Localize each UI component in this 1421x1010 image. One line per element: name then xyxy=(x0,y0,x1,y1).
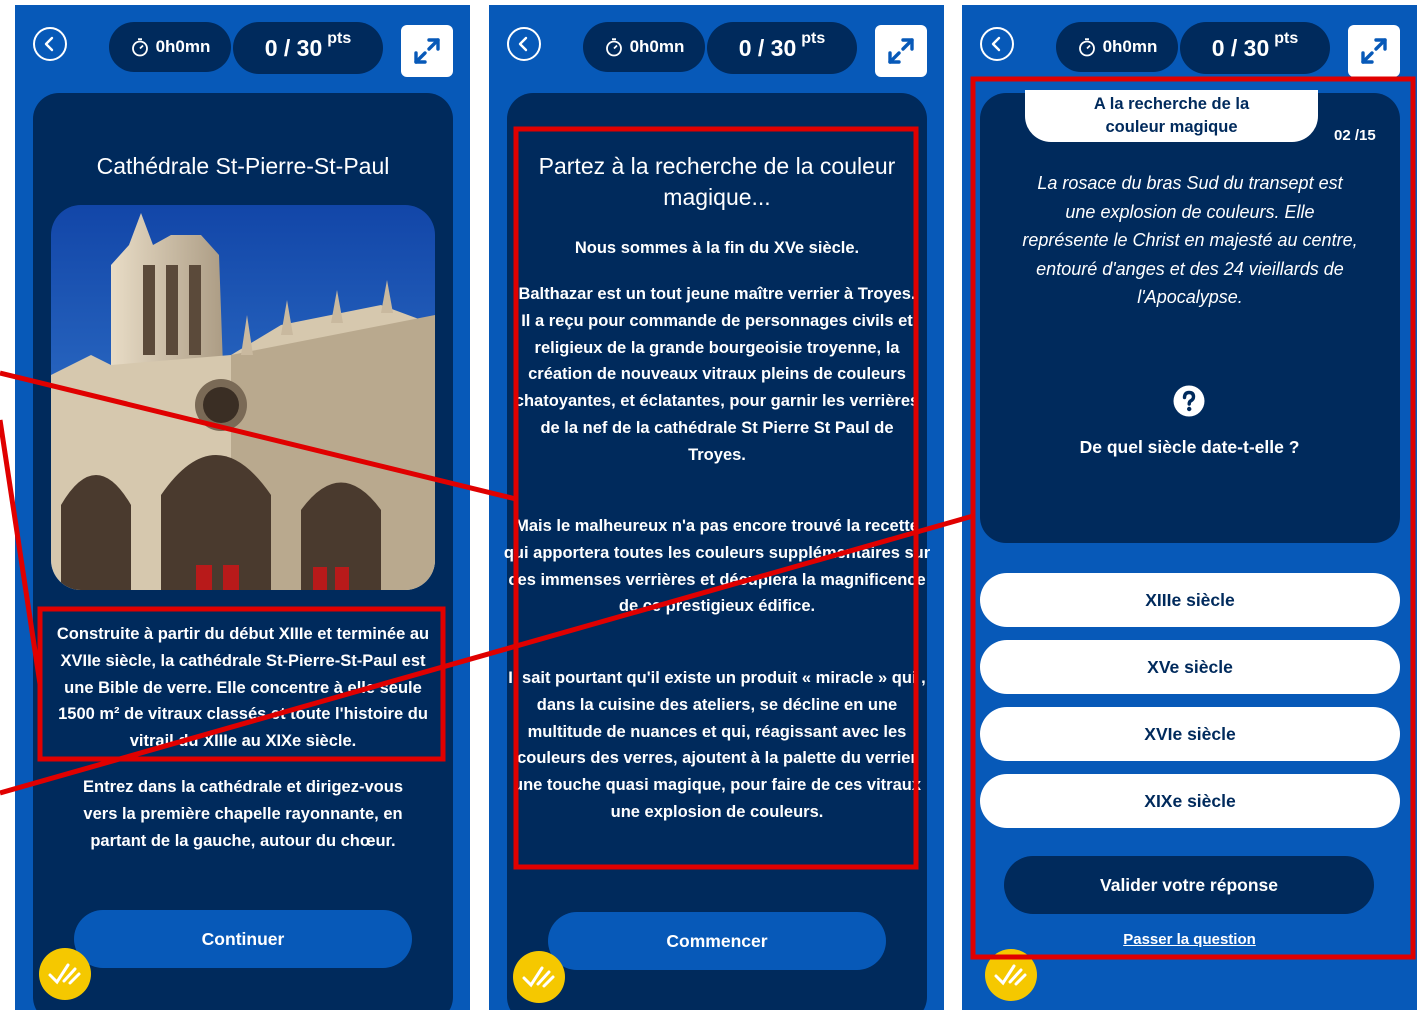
topbar: 0h0mn 0 / 30 pts xyxy=(962,5,1417,85)
question-prompt: De quel siècle date-t-elle ? xyxy=(1079,437,1300,457)
page-title: Cathédrale St-Pierre-St-Paul xyxy=(96,153,390,179)
score-value: 0 / 30 xyxy=(1211,34,1270,61)
start-button[interactable]: Commencer xyxy=(548,912,886,970)
stopwatch-icon xyxy=(131,38,148,57)
quest-title-tab: A la recherche de la couleur magique xyxy=(1025,90,1318,142)
story-title: Partez à la recherche de la couleur magi… xyxy=(538,153,896,210)
question-card xyxy=(980,93,1400,543)
expand-arrows-icon xyxy=(1361,38,1387,64)
answer-option-1[interactable]: XIIIe siècle xyxy=(980,573,1400,627)
stage: 0h0mn 0 / 30 pts Cathédrale St-Pierre-St… xyxy=(0,0,1421,1010)
validate-answer-button[interactable]: Valider votre réponse xyxy=(1004,856,1374,914)
intro-text: Construite à partir du début XIIIe et te… xyxy=(56,625,430,751)
back-arrow-icon xyxy=(518,36,528,52)
score-display: 0 / 30 pts xyxy=(1180,22,1330,74)
answer-option-4[interactable]: XIXe siècle xyxy=(980,774,1400,828)
expand-arrows-icon xyxy=(888,38,914,64)
stopwatch-icon xyxy=(1078,38,1095,57)
question-circle-icon xyxy=(1173,385,1205,417)
back-button[interactable] xyxy=(980,27,1014,61)
question-text: La rosace du bras Sud du transept est un… xyxy=(1022,173,1358,307)
timer-display: 0h0mn xyxy=(109,22,231,72)
timer-value: 0h0mn xyxy=(1102,37,1158,56)
answer-option-2[interactable]: XVe siècle xyxy=(980,640,1400,694)
check-badge-icon[interactable] xyxy=(38,947,92,1001)
question-counter: 02 /15 xyxy=(1334,127,1376,144)
fullscreen-button[interactable] xyxy=(1348,25,1400,77)
score-display: 0 / 30 pts xyxy=(233,22,383,74)
fullscreen-button[interactable] xyxy=(401,25,453,77)
check-badge-icon[interactable] xyxy=(984,948,1038,1002)
story-paragraph-1: Nous sommes à la fin du XVe siècle. xyxy=(574,239,860,257)
stopwatch-icon xyxy=(605,38,622,57)
fullscreen-button[interactable] xyxy=(875,25,927,77)
score-unit: pts xyxy=(1274,30,1299,47)
timer-value: 0h0mn xyxy=(155,37,211,56)
continue-button[interactable]: Continuer xyxy=(74,910,412,968)
topbar: 0h0mn 0 / 30 pts xyxy=(489,5,944,85)
answer-option-3[interactable]: XVIe siècle xyxy=(980,707,1400,761)
cathedral-illustration xyxy=(51,205,435,590)
back-arrow-icon xyxy=(44,36,54,52)
back-button[interactable] xyxy=(33,27,67,61)
content-card: Partez à la recherche de la couleur magi… xyxy=(504,93,930,1010)
story-paragraph-2: Balthazar est un tout jeune maître verri… xyxy=(514,285,920,464)
skip-question-link[interactable]: Passer la question xyxy=(962,931,1417,948)
score-unit: pts xyxy=(327,30,352,47)
screen-intro-cathedral: 0h0mn 0 / 30 pts Cathédrale St-Pierre-St… xyxy=(15,5,470,1010)
score-display: 0 / 30 pts xyxy=(707,22,857,74)
directions-text: Entrez dans la cathédrale et dirigez-vou… xyxy=(82,778,403,850)
score-value: 0 / 30 xyxy=(738,34,797,61)
score-value: 0 / 30 xyxy=(264,34,323,61)
story-paragraph-3: Mais le malheureux n'a pas encore trouvé… xyxy=(503,517,931,616)
check-badge-icon[interactable] xyxy=(512,950,566,1004)
screen-story: 0h0mn 0 / 30 pts Partez à la recherche d… xyxy=(489,5,944,1010)
timer-value: 0h0mn xyxy=(629,37,685,56)
timer-display: 0h0mn xyxy=(1056,22,1178,72)
back-button[interactable] xyxy=(507,27,541,61)
cathedral-photo xyxy=(51,205,435,590)
timer-display: 0h0mn xyxy=(583,22,705,72)
topbar: 0h0mn 0 / 30 pts xyxy=(15,5,470,85)
screen-quiz: 0h0mn 0 / 30 pts A la recherche de la co… xyxy=(962,5,1417,1010)
expand-arrows-icon xyxy=(414,38,440,64)
quest-title: A la recherche de la couleur magique xyxy=(1093,95,1250,136)
story-paragraph-4: Il sait pourtant qu'il existe un produit… xyxy=(508,669,926,821)
score-unit: pts xyxy=(801,30,826,47)
back-arrow-icon xyxy=(991,36,1001,52)
content-card: Cathédrale St-Pierre-St-Paul Construite … xyxy=(33,93,453,1010)
